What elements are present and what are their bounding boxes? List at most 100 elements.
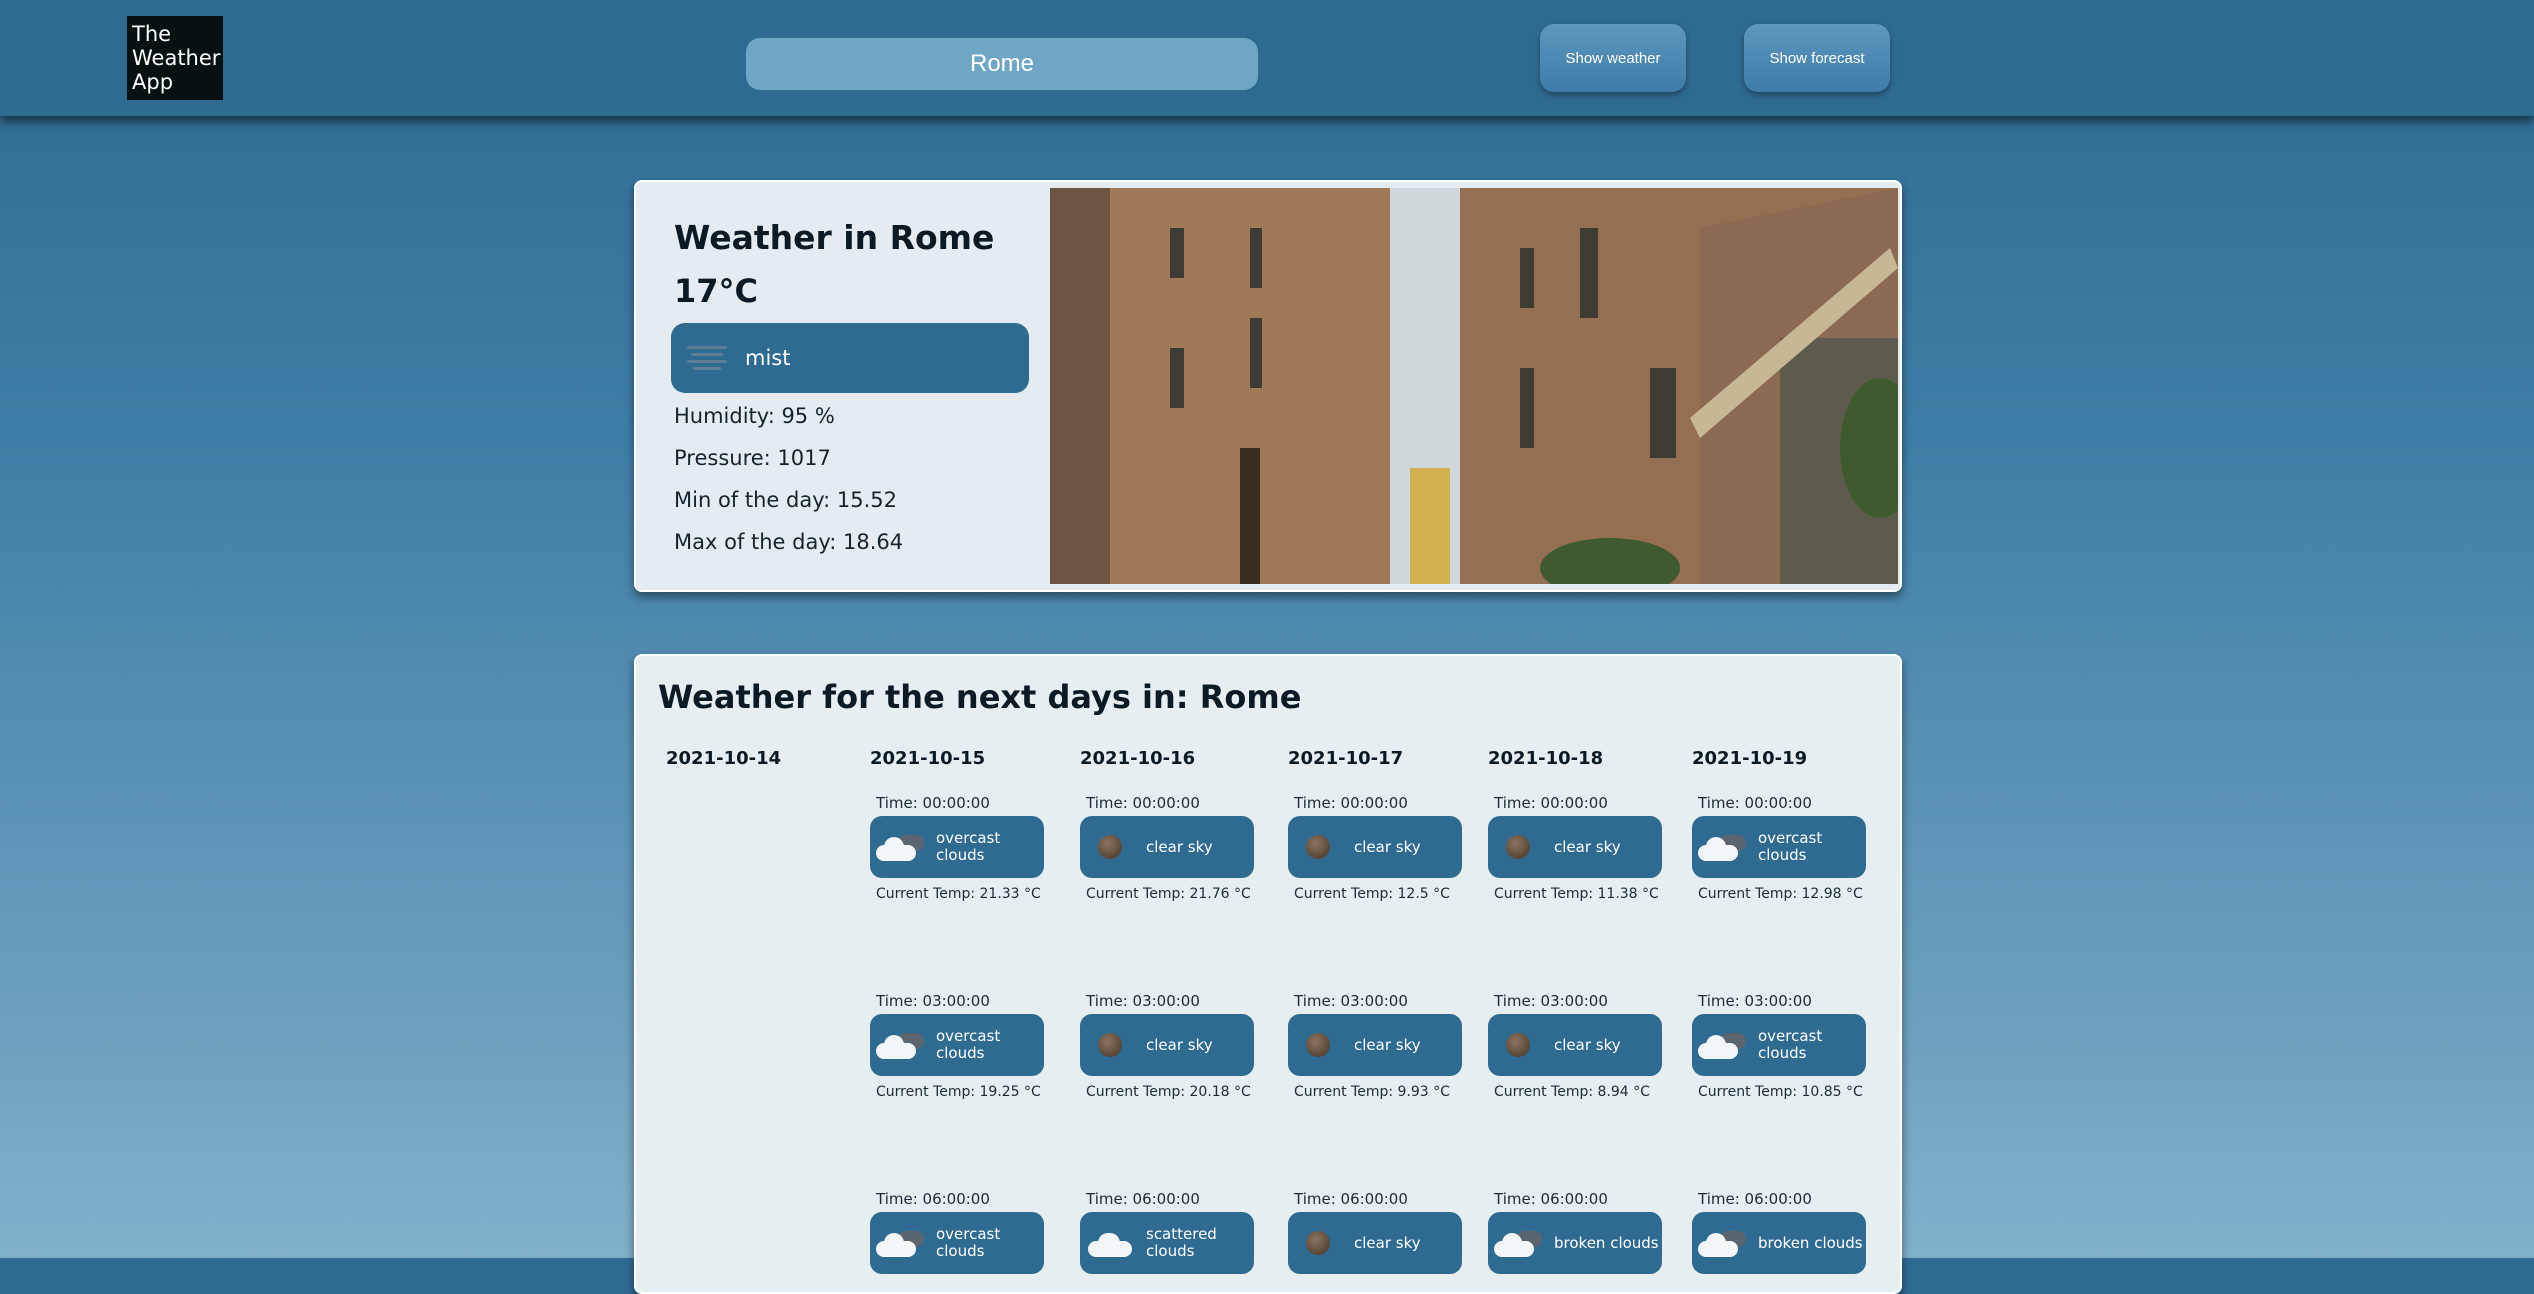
weather-description-badge: mist (671, 323, 1029, 393)
forecast-slot: Time: 00:00:00 overcast clouds Current Tem… (870, 790, 1046, 902)
forecast-slot: Time: 00:00:00 clear sky Current Temp: 11.… (1488, 790, 1664, 902)
slot-time: Time: 03:00:00 (1494, 992, 1608, 1010)
slot-condition-text: clear sky (1554, 1035, 1621, 1054)
slot-condition-badge: clear sky (1488, 816, 1662, 878)
slot-time: Time: 00:00:00 (1294, 794, 1408, 812)
clear-sky-night-icon (1294, 1223, 1344, 1263)
slot-time: Time: 00:00:00 (1698, 794, 1812, 812)
min-temp-text: Min of the day: 15.52 (674, 488, 897, 512)
slot-condition-text: clear sky (1146, 837, 1213, 856)
max-temp-text: Max of the day: 18.64 (674, 530, 904, 554)
slot-condition-badge: clear sky (1288, 1212, 1462, 1274)
city-photo (1050, 188, 1898, 584)
slot-condition-badge: overcast clouds (1692, 1014, 1866, 1076)
broken-clouds-icon (1698, 1223, 1748, 1263)
clear-sky-night-icon (1294, 1025, 1344, 1065)
slot-condition-badge: overcast clouds (870, 1014, 1044, 1076)
forecast-title: Weather for the next days in: Rome (658, 678, 1302, 716)
slot-condition-badge: overcast clouds (870, 816, 1044, 878)
day-header: 2021-10-15 (870, 748, 986, 769)
app-logo: The Weather App (127, 16, 223, 100)
logo-line-2: Weather (132, 46, 221, 70)
overcast-clouds-icon (876, 1223, 926, 1263)
slot-temperature: Current Temp: 12.98 °C (1698, 886, 1863, 902)
slot-time: Time: 06:00:00 (876, 1190, 990, 1208)
current-weather-title: Weather in Rome (674, 218, 995, 257)
slot-condition-badge: clear sky (1080, 1014, 1254, 1076)
logo-line-3: App (132, 70, 174, 94)
clear-sky-night-icon (1086, 827, 1136, 867)
forecast-slot: Time: 03:00:00 overcast clouds Current Tem… (870, 988, 1046, 1100)
slot-time: Time: 06:00:00 (1494, 1190, 1608, 1208)
logo-line-1: The (132, 22, 172, 46)
mist-icon (687, 338, 727, 378)
forecast-slot: Time: 06:00:00 overcast clouds (870, 1186, 1046, 1282)
day-header: 2021-10-17 (1288, 748, 1404, 769)
current-weather-card: Weather in Rome 17°C mist Humidity: 95 %… (634, 180, 1902, 592)
slot-temperature: Current Temp: 10.85 °C (1698, 1084, 1863, 1100)
slot-time: Time: 06:00:00 (1698, 1190, 1812, 1208)
forecast-slot: Time: 00:00:00 clear sky Current Temp: 12.… (1288, 790, 1464, 902)
city-search-input[interactable] (746, 38, 1258, 90)
slot-condition-text: clear sky (1554, 837, 1621, 856)
slot-condition-badge: overcast clouds (1692, 816, 1866, 878)
slot-condition-badge: overcast clouds (870, 1212, 1044, 1274)
slot-condition-text: broken clouds (1554, 1233, 1659, 1252)
day-header: 2021-10-19 (1692, 748, 1808, 769)
slot-condition-badge: broken clouds (1488, 1212, 1662, 1274)
forecast-slot: Time: 06:00:00 scattered clouds (1080, 1186, 1256, 1282)
forecast-slot: Time: 06:00:00 broken clouds (1488, 1186, 1664, 1282)
slot-condition-badge: clear sky (1488, 1014, 1662, 1076)
app-header: The Weather App Show weather Show foreca… (0, 0, 2534, 116)
overcast-clouds-icon (1698, 827, 1748, 867)
slot-condition-badge: broken clouds (1692, 1212, 1866, 1274)
slot-time: Time: 03:00:00 (1086, 992, 1200, 1010)
forecast-slot: Time: 03:00:00 clear sky Current Temp: 8.9… (1488, 988, 1664, 1100)
day-header: 2021-10-16 (1080, 748, 1196, 769)
broken-clouds-icon (1494, 1223, 1544, 1263)
slot-temperature: Current Temp: 21.76 °C (1086, 886, 1251, 902)
clear-sky-night-icon (1294, 827, 1344, 867)
slot-time: Time: 00:00:00 (1494, 794, 1608, 812)
slot-time: Time: 00:00:00 (1086, 794, 1200, 812)
day-header: 2021-10-18 (1488, 748, 1604, 769)
slot-condition-text: clear sky (1354, 837, 1421, 856)
slot-condition-badge: clear sky (1080, 816, 1254, 878)
slot-condition-text: overcast clouds (936, 1027, 1001, 1062)
slot-condition-text: scattered clouds (1146, 1225, 1217, 1260)
slot-condition-text: overcast clouds (936, 829, 1001, 864)
slot-condition-text: clear sky (1146, 1035, 1213, 1054)
slot-time: Time: 06:00:00 (1086, 1190, 1200, 1208)
slot-time: Time: 00:00:00 (876, 794, 990, 812)
slot-condition-badge: clear sky (1288, 1014, 1462, 1076)
slot-temperature: Current Temp: 20.18 °C (1086, 1084, 1251, 1100)
overcast-clouds-icon (876, 1025, 926, 1065)
slot-condition-badge: scattered clouds (1080, 1212, 1254, 1274)
slot-condition-text: clear sky (1354, 1233, 1421, 1252)
day-header: 2021-10-14 (666, 748, 782, 769)
overcast-clouds-icon (1698, 1025, 1748, 1065)
slot-temperature: Current Temp: 8.94 °C (1494, 1084, 1650, 1100)
forecast-slot: Time: 03:00:00 clear sky Current Temp: 9.9… (1288, 988, 1464, 1100)
show-weather-button[interactable]: Show weather (1540, 24, 1686, 92)
show-forecast-button[interactable]: Show forecast (1744, 24, 1890, 92)
slot-temperature: Current Temp: 11.38 °C (1494, 886, 1659, 902)
slot-condition-text: broken clouds (1758, 1233, 1863, 1252)
weather-description-text: mist (745, 346, 791, 370)
slot-condition-text: overcast clouds (1758, 1027, 1823, 1062)
slot-time: Time: 06:00:00 (1294, 1190, 1408, 1208)
slot-condition-text: clear sky (1354, 1035, 1421, 1054)
forecast-slot: Time: 00:00:00 clear sky Current Temp: 21.… (1080, 790, 1256, 902)
slot-condition-text: overcast clouds (936, 1225, 1001, 1260)
humidity-text: Humidity: 95 % (674, 404, 835, 428)
forecast-slot: Time: 06:00:00 broken clouds (1692, 1186, 1868, 1282)
forecast-slot: Time: 00:00:00 overcast clouds Current Tem… (1692, 790, 1868, 902)
scattered-clouds-icon (1086, 1223, 1136, 1263)
clear-sky-night-icon (1494, 1025, 1544, 1065)
slot-condition-badge: clear sky (1288, 816, 1462, 878)
forecast-slot: Time: 06:00:00 clear sky (1288, 1186, 1464, 1282)
slot-time: Time: 03:00:00 (1698, 992, 1812, 1010)
pressure-text: Pressure: 1017 (674, 446, 831, 470)
clear-sky-night-icon (1086, 1025, 1136, 1065)
slot-temperature: Current Temp: 12.5 °C (1294, 886, 1450, 902)
